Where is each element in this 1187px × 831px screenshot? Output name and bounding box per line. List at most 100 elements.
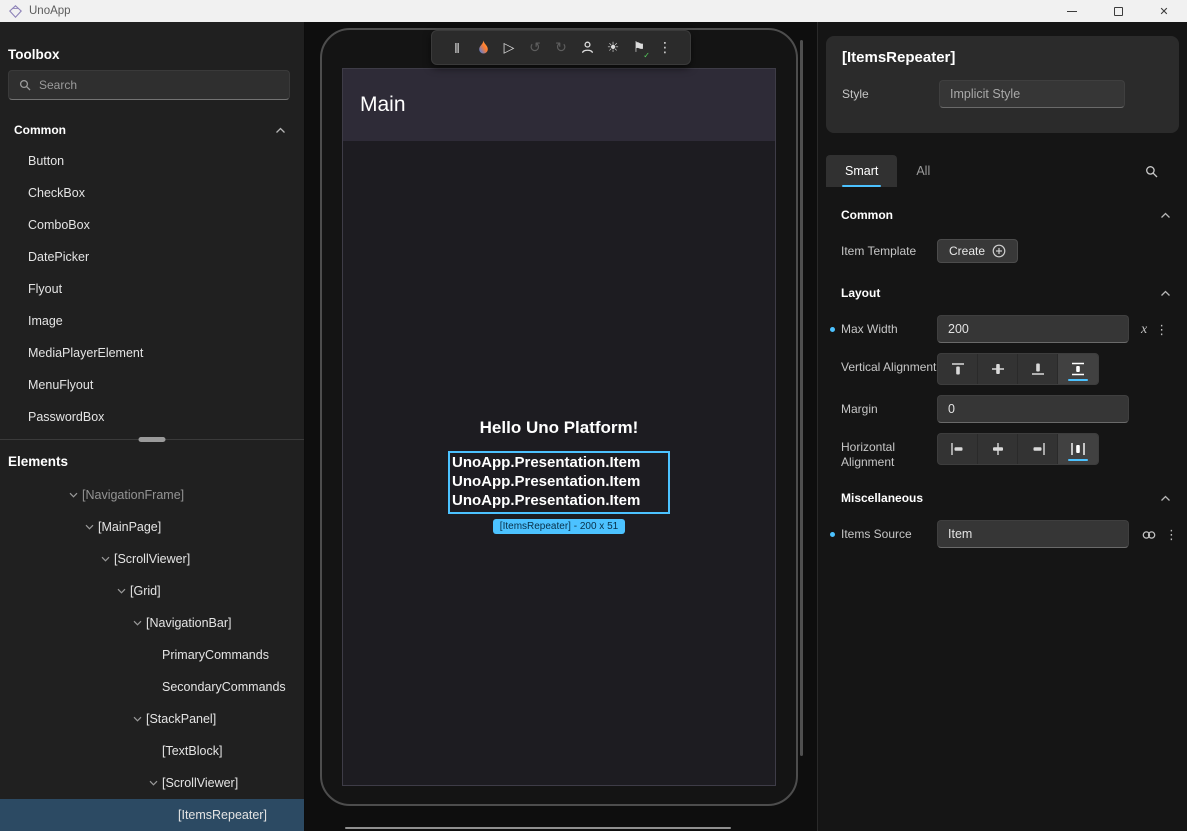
bind-function-icon[interactable]: x <box>1141 322 1147 338</box>
hot-reload-flame-icon[interactable] <box>470 36 496 60</box>
tree-item-primarycommands[interactable]: PrimaryCommands <box>0 639 304 671</box>
toolbox-item-combobox[interactable]: ComboBox <box>0 209 304 241</box>
halign-center-button[interactable] <box>978 434 1018 464</box>
toolbox-item-passwordbox[interactable]: PasswordBox <box>0 401 304 433</box>
toolbox-title: Toolbox <box>0 22 304 70</box>
tree-item-scrollviewer[interactable]: [ScrollViewer] <box>0 543 304 575</box>
hello-textblock[interactable]: Hello Uno Platform! <box>480 418 639 438</box>
section-label: Common <box>14 123 275 137</box>
redo-button[interactable]: ↻ <box>548 36 574 60</box>
tree-item-grid[interactable]: [Grid] <box>0 575 304 607</box>
items-source-input[interactable]: Item <box>937 520 1129 548</box>
chevron-up-icon[interactable] <box>1160 212 1171 219</box>
search-input[interactable] <box>39 78 280 92</box>
tree-item-scrollviewer-2[interactable]: [ScrollViewer] <box>0 767 304 799</box>
canvas-vertical-scrollbar[interactable] <box>800 40 803 756</box>
tab-smart[interactable]: Smart <box>826 155 897 187</box>
properties-search-icon[interactable] <box>1144 164 1159 179</box>
chevron-down-icon[interactable] <box>80 524 98 530</box>
tree-item-mainpage[interactable]: [MainPage] <box>0 511 304 543</box>
section-common[interactable]: Common <box>841 203 1171 227</box>
device-frame: Main Hello Uno Platform! UnoApp.Presenta… <box>320 28 798 806</box>
binding-icon[interactable] <box>1141 529 1157 541</box>
valign-center-button[interactable] <box>978 354 1018 384</box>
elements-title: Elements <box>0 447 304 479</box>
page-body[interactable]: Hello Uno Platform! UnoApp.Presentation.… <box>343 141 775 786</box>
toolbox-item-menuflyout[interactable]: MenuFlyout <box>0 369 304 401</box>
theme-toggle-sun-icon[interactable]: ☀ <box>600 36 626 60</box>
app-window: UnoApp ✕ Toolbox Common Button CheckBox … <box>0 0 1187 831</box>
splitter-grip-icon[interactable] <box>139 437 166 442</box>
halign-left-button[interactable] <box>938 434 978 464</box>
chevron-down-icon[interactable] <box>96 556 114 562</box>
tree-item-navigationframe[interactable]: [NavigationFrame] <box>0 479 304 511</box>
chevron-down-icon[interactable] <box>64 492 82 498</box>
toolbox-item-flyout[interactable]: Flyout <box>0 273 304 305</box>
tab-all[interactable]: All <box>897 155 949 187</box>
toolbox-item-button[interactable]: Button <box>0 145 304 177</box>
toolbox-list: Button CheckBox ComboBox DatePicker Flyo… <box>0 145 304 433</box>
max-width-input[interactable]: 200 <box>937 315 1129 343</box>
chevron-down-icon[interactable] <box>144 780 162 786</box>
titlebar: UnoApp ✕ <box>0 0 1187 22</box>
selected-element-card: [ItemsRepeater] Style Implicit Style <box>826 36 1179 133</box>
user-refresh-icon[interactable] <box>574 36 600 60</box>
chevron-up-icon[interactable] <box>275 127 286 134</box>
tree-item-itemsrepeater[interactable]: [ItemsRepeater] <box>0 799 304 831</box>
more-options-icon[interactable]: ⋮ <box>1165 527 1178 543</box>
repeater-item: UnoApp.Presentation.Item <box>452 472 668 491</box>
toolbox-item-datepicker[interactable]: DatePicker <box>0 241 304 273</box>
item-template-label: Item Template <box>841 237 937 259</box>
selected-itemsrepeater[interactable]: UnoApp.Presentation.Item UnoApp.Presenta… <box>448 451 670 514</box>
tree-item-secondarycommands[interactable]: SecondaryCommands <box>0 671 304 703</box>
minimize-button[interactable] <box>1049 0 1095 22</box>
panel-splitter[interactable] <box>0 433 304 447</box>
style-input[interactable]: Implicit Style <box>939 80 1125 108</box>
toolbox-item-image[interactable]: Image <box>0 305 304 337</box>
chevron-down-icon[interactable] <box>128 620 146 626</box>
more-options-icon[interactable]: ⋮ <box>1155 322 1168 338</box>
more-options-button[interactable]: ⋮ <box>652 36 678 60</box>
close-button[interactable]: ✕ <box>1141 0 1187 22</box>
valign-top-button[interactable] <box>938 354 978 384</box>
left-sidebar: Toolbox Common Button CheckBox ComboBox … <box>0 22 305 831</box>
halign-stretch-button[interactable] <box>1058 434 1098 464</box>
search-icon <box>18 78 32 92</box>
maximize-button[interactable] <box>1095 0 1141 22</box>
design-canvas[interactable]: ‖ ▷ ↺ ↻ ☀ ⚑ ✓ ⋮ Main <box>305 22 817 831</box>
section-layout[interactable]: Layout <box>841 281 1171 305</box>
app-preview-screen[interactable]: Main Hello Uno Platform! UnoApp.Presenta… <box>342 68 776 786</box>
toolbar-drag-grip-icon[interactable]: ‖ <box>444 36 470 60</box>
valign-bottom-button[interactable] <box>1018 354 1058 384</box>
play-button[interactable]: ▷ <box>496 36 522 60</box>
chevron-up-icon[interactable] <box>1160 290 1171 297</box>
vertical-alignment-row: Vertical Alignment <box>841 353 1171 385</box>
minimize-icon <box>1067 11 1077 12</box>
page-title: Main <box>360 93 406 117</box>
toolbox-item-mediaplayerelement[interactable]: MediaPlayerElement <box>0 337 304 369</box>
chevron-up-icon[interactable] <box>1160 495 1171 502</box>
valign-stretch-button[interactable] <box>1058 354 1098 384</box>
margin-input[interactable]: 0 <box>937 395 1129 423</box>
flag-check-icon[interactable]: ⚑ ✓ <box>626 36 652 60</box>
create-template-button[interactable]: Create <box>937 239 1018 263</box>
undo-button[interactable]: ↺ <box>522 36 548 60</box>
margin-row: Margin 0 <box>841 395 1171 423</box>
selected-element-title: [ItemsRepeater] <box>842 48 1163 68</box>
canvas-horizontal-scrollbar[interactable] <box>345 827 731 829</box>
tree-item-navigationbar[interactable]: [NavigationBar] <box>0 607 304 639</box>
chevron-down-icon[interactable] <box>112 588 130 594</box>
halign-right-button[interactable] <box>1018 434 1058 464</box>
vertical-alignment-label: Vertical Alignment <box>841 353 937 375</box>
tree-item-textblock[interactable]: [TextBlock] <box>0 735 304 767</box>
horizontal-alignment-row: Horizontal Alignment <box>841 433 1171 470</box>
tree-item-stackpanel[interactable]: [StackPanel] <box>0 703 304 735</box>
navigation-bar[interactable]: Main <box>343 69 775 141</box>
section-miscellaneous[interactable]: Miscellaneous <box>841 486 1171 510</box>
toolbox-item-checkbox[interactable]: CheckBox <box>0 177 304 209</box>
toolbox-section-common[interactable]: Common <box>0 115 304 145</box>
repeater-item: UnoApp.Presentation.Item <box>452 453 668 472</box>
chevron-down-icon[interactable] <box>128 716 146 722</box>
window-title: UnoApp <box>29 5 71 17</box>
toolbox-search[interactable] <box>8 70 290 100</box>
